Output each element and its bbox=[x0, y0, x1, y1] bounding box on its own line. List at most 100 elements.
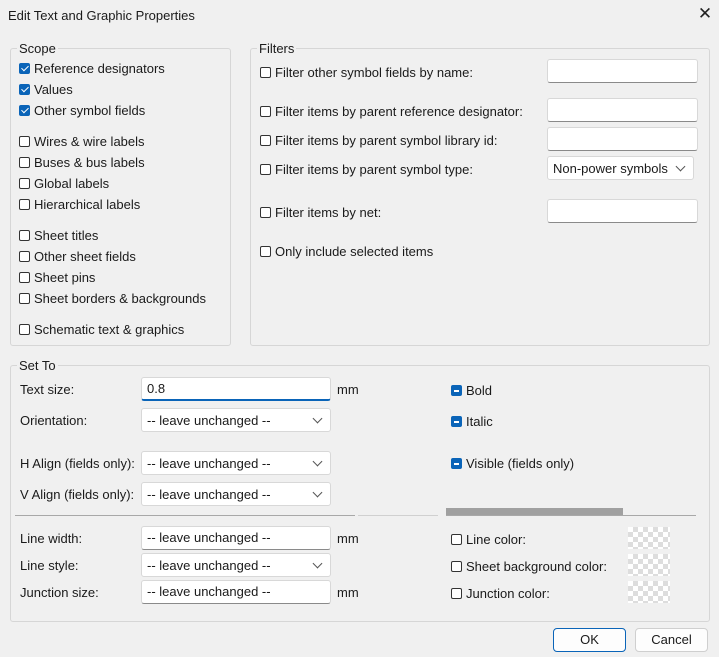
valign-select[interactable]: -- leave unchanged -- bbox=[141, 482, 331, 506]
filters-group-label: Filters bbox=[257, 41, 297, 56]
line-color-swatch[interactable] bbox=[628, 527, 670, 549]
checkbox-icon[interactable] bbox=[260, 67, 271, 78]
checkbox-label: Filter items by net: bbox=[275, 205, 382, 220]
scope-other-symbol-fields[interactable]: Other symbol fields bbox=[19, 103, 145, 118]
scope-buses-bus-labels[interactable]: Buses & bus labels bbox=[19, 155, 145, 170]
scope-hierarchical-labels[interactable]: Hierarchical labels bbox=[19, 197, 140, 212]
cancel-button[interactable]: Cancel bbox=[635, 628, 708, 652]
junction-size-input[interactable]: -- leave unchanged -- bbox=[141, 580, 331, 604]
checkbox-label: Other symbol fields bbox=[34, 103, 146, 118]
separator-right bbox=[446, 515, 696, 516]
halign-label: H Align (fields only): bbox=[20, 456, 135, 471]
orientation-select[interactable]: -- leave unchanged -- bbox=[141, 408, 331, 432]
line-color-checkbox[interactable]: Line color: bbox=[451, 532, 526, 547]
checkbox-icon[interactable] bbox=[451, 534, 462, 545]
checkbox-icon[interactable] bbox=[260, 164, 271, 175]
italic-checkbox[interactable]: Italic bbox=[451, 414, 493, 429]
checkbox-mixed-icon[interactable] bbox=[451, 458, 462, 469]
chevron-down-icon bbox=[312, 558, 323, 569]
halign-select[interactable]: -- leave unchanged -- bbox=[141, 451, 331, 475]
orientation-label: Orientation: bbox=[20, 413, 88, 428]
scope-other-sheet-fields[interactable]: Other sheet fields bbox=[19, 249, 136, 264]
checkbox-icon[interactable] bbox=[19, 324, 30, 335]
filter-parent-symbol-type-select[interactable]: Non-power symbols bbox=[547, 156, 694, 180]
checkbox-icon[interactable] bbox=[260, 207, 271, 218]
filter-parent-reference-designator-input[interactable] bbox=[547, 98, 698, 122]
checkbox-label: Visible (fields only) bbox=[466, 456, 575, 471]
sheet-bg-color-checkbox[interactable]: Sheet background color: bbox=[451, 559, 607, 574]
ok-button[interactable]: OK bbox=[553, 628, 626, 652]
junction-size-label: Junction size: bbox=[20, 585, 99, 600]
checkbox-label: Filter other symbol fields by name: bbox=[275, 65, 473, 80]
checkbox-label: Wires & wire labels bbox=[34, 134, 145, 149]
checkbox-icon[interactable] bbox=[19, 293, 30, 304]
checkbox-label: Sheet pins bbox=[34, 270, 96, 285]
scope-reference-designators[interactable]: Reference designators bbox=[19, 61, 165, 76]
filter-parent-symbol-library-id[interactable]: Filter items by parent symbol library id… bbox=[260, 133, 498, 148]
filter-parent-symbol-library-id-input[interactable] bbox=[547, 127, 698, 151]
select-value: -- leave unchanged -- bbox=[147, 486, 271, 502]
checkbox-icon[interactable] bbox=[260, 106, 271, 117]
scope-values[interactable]: Values bbox=[19, 82, 73, 97]
filter-parent-reference-designator[interactable]: Filter items by parent reference designa… bbox=[260, 104, 523, 119]
line-style-select[interactable]: -- leave unchanged -- bbox=[141, 553, 331, 577]
close-icon[interactable]: ✕ bbox=[695, 4, 715, 24]
junction-color-checkbox[interactable]: Junction color: bbox=[451, 586, 550, 601]
chevron-down-icon bbox=[312, 413, 323, 424]
checkbox-label: Hierarchical labels bbox=[34, 197, 141, 212]
text-size-input[interactable]: 0.8 bbox=[141, 377, 331, 401]
scope-sheet-borders-backgrounds[interactable]: Sheet borders & backgrounds bbox=[19, 291, 206, 306]
filter-only-selected-items[interactable]: Only include selected items bbox=[260, 244, 433, 259]
scope-wires-wire-labels[interactable]: Wires & wire labels bbox=[19, 134, 145, 149]
filter-symbol-fields-by-name[interactable]: Filter other symbol fields by name: bbox=[260, 65, 473, 80]
checkbox-icon[interactable] bbox=[19, 272, 30, 283]
checkbox-icon[interactable] bbox=[19, 230, 30, 241]
checkbox-icon[interactable] bbox=[19, 251, 30, 262]
filter-by-net[interactable]: Filter items by net: bbox=[260, 205, 381, 220]
scope-sheet-pins[interactable]: Sheet pins bbox=[19, 270, 95, 285]
checkbox-icon[interactable] bbox=[19, 199, 30, 210]
filter-parent-symbol-type[interactable]: Filter items by parent symbol type: bbox=[260, 162, 473, 177]
separator-left bbox=[15, 515, 355, 516]
line-style-label: Line style: bbox=[20, 558, 79, 573]
filters-group bbox=[250, 48, 710, 346]
checkbox-label: Filter items by parent reference designa… bbox=[275, 104, 523, 119]
checkbox-label: Global labels bbox=[34, 176, 110, 191]
separator-bar bbox=[446, 508, 623, 515]
sheet-bg-color-swatch[interactable] bbox=[628, 554, 670, 576]
checkbox-label: Filter items by parent symbol type: bbox=[275, 162, 473, 177]
scope-schematic-text-graphics[interactable]: Schematic text & graphics bbox=[19, 322, 184, 337]
checkbox-mixed-icon[interactable] bbox=[451, 416, 462, 427]
checkbox-checked-icon[interactable] bbox=[19, 84, 30, 95]
scope-global-labels[interactable]: Global labels bbox=[19, 176, 109, 191]
checkbox-checked-icon[interactable] bbox=[19, 63, 30, 74]
checkbox-label: Junction color: bbox=[466, 586, 550, 601]
junction-color-swatch[interactable] bbox=[628, 581, 670, 603]
checkbox-icon[interactable] bbox=[19, 136, 30, 147]
checkbox-mixed-icon[interactable] bbox=[451, 385, 462, 396]
line-width-input[interactable]: -- leave unchanged -- bbox=[141, 526, 331, 550]
checkbox-checked-icon[interactable] bbox=[19, 105, 30, 116]
filter-by-net-input[interactable] bbox=[547, 199, 698, 223]
filter-symbol-fields-by-name-input[interactable] bbox=[547, 59, 698, 83]
checkbox-label: Line color: bbox=[466, 532, 526, 547]
checkbox-icon[interactable] bbox=[260, 135, 271, 146]
text-size-label: Text size: bbox=[20, 382, 75, 397]
checkbox-icon[interactable] bbox=[260, 246, 271, 257]
visible-checkbox[interactable]: Visible (fields only) bbox=[451, 456, 574, 471]
checkbox-label: Filter items by parent symbol library id… bbox=[275, 133, 498, 148]
scope-sheet-titles[interactable]: Sheet titles bbox=[19, 228, 98, 243]
checkbox-icon[interactable] bbox=[451, 588, 462, 599]
chevron-down-icon bbox=[312, 456, 323, 467]
checkbox-icon[interactable] bbox=[451, 561, 462, 572]
checkbox-icon[interactable] bbox=[19, 178, 30, 189]
line-width-unit: mm bbox=[337, 531, 359, 546]
separator-middle bbox=[358, 515, 438, 516]
checkbox-label: Italic bbox=[466, 414, 493, 429]
bold-checkbox[interactable]: Bold bbox=[451, 383, 492, 398]
checkbox-label: Other sheet fields bbox=[34, 249, 136, 264]
checkbox-icon[interactable] bbox=[19, 157, 30, 168]
checkbox-label: Only include selected items bbox=[275, 244, 434, 259]
checkbox-label: Sheet titles bbox=[34, 228, 99, 243]
junction-size-unit: mm bbox=[337, 585, 359, 600]
